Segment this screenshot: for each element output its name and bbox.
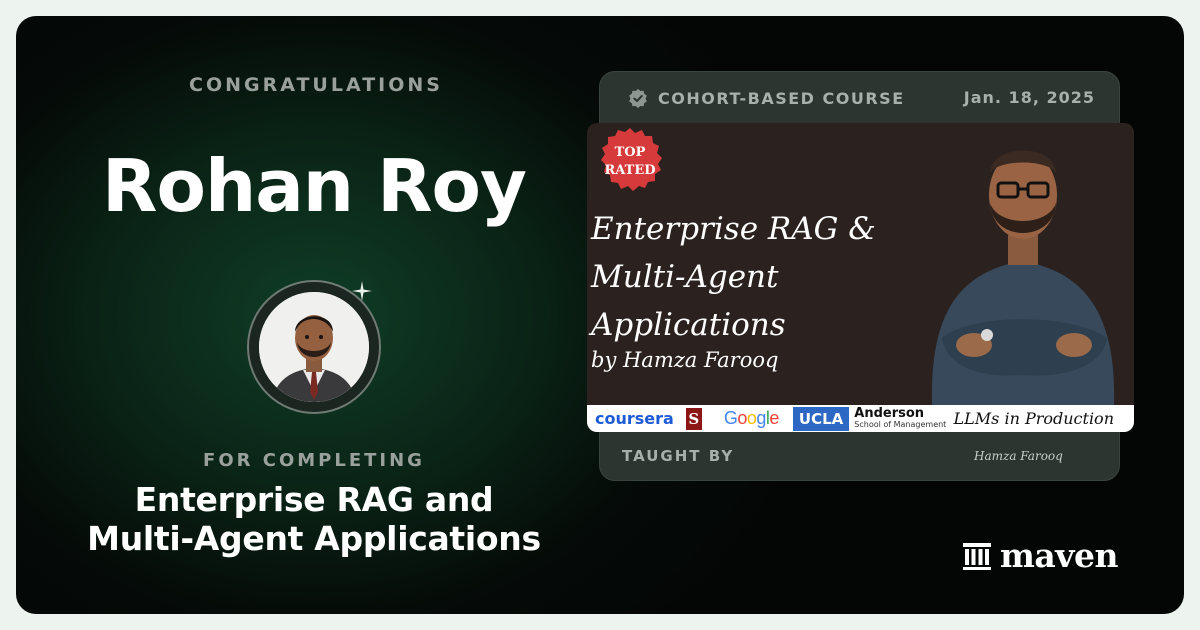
- maven-wordmark: maven: [1000, 536, 1118, 575]
- verified-badge-icon: [629, 89, 647, 108]
- course-banner: TOP RATED Enterprise RAG & Multi-Agent A…: [587, 123, 1134, 432]
- svg-text:Hamza Farooq: Hamza Farooq: [973, 449, 1063, 463]
- banner-title-line2: Multi-Agent: [591, 259, 779, 295]
- course-title-line2: Multi-Agent Applications: [87, 519, 541, 558]
- banner-title: Enterprise RAG & Multi-Agent Application…: [591, 205, 876, 349]
- avatar: [259, 292, 369, 402]
- course-type: COHORT-BASED COURSE: [628, 88, 905, 108]
- certificate-frame: CONGRATULATIONS Rohan Roy FOR COMPLETING…: [16, 16, 1184, 614]
- banner-byline: by Hamza Farooq: [591, 348, 779, 372]
- instructor-photo: [912, 123, 1134, 405]
- stanford-logo: S: [685, 407, 702, 430]
- sparkle-icon: [352, 281, 372, 301]
- ucla-logo: UCLA: [792, 406, 850, 431]
- course-title: Enterprise RAG and Multi-Agent Applicati…: [16, 480, 612, 558]
- course-date: Jan. 18, 2025: [963, 88, 1095, 107]
- recipient-name: Rohan Roy: [102, 144, 527, 228]
- taught-by-label: TAUGHT BY: [622, 447, 735, 465]
- llms-in-production-tagline: LLMs in Production: [953, 409, 1114, 428]
- congratulations-label: CONGRATULATIONS: [189, 74, 443, 96]
- partner-logos-strip: coursera S Google UCLA Anderson School o…: [587, 405, 1134, 432]
- coursera-logo: coursera: [595, 409, 674, 428]
- seal-line1: TOP: [615, 145, 646, 160]
- course-type-label: COHORT-BASED COURSE: [658, 88, 905, 108]
- for-completing-label: FOR COMPLETING: [203, 450, 425, 471]
- maven-columns-icon: [963, 542, 991, 570]
- maven-logo[interactable]: maven: [962, 536, 1118, 575]
- banner-title-line3: Applications: [591, 307, 786, 343]
- banner-title-line1: Enterprise RAG &: [591, 211, 876, 247]
- seal-line2: RATED: [604, 163, 655, 178]
- top-rated-seal: TOP RATED: [601, 128, 662, 191]
- course-title-line1: Enterprise RAG and: [134, 480, 494, 519]
- instructor-signature: Hamza Farooq: [973, 449, 1063, 463]
- anderson-logo: Anderson School of Management: [854, 405, 947, 429]
- google-logo: Google: [723, 408, 780, 428]
- course-card[interactable]: COHORT-BASED COURSE Jan. 18, 2025 TOP RA…: [587, 71, 1134, 481]
